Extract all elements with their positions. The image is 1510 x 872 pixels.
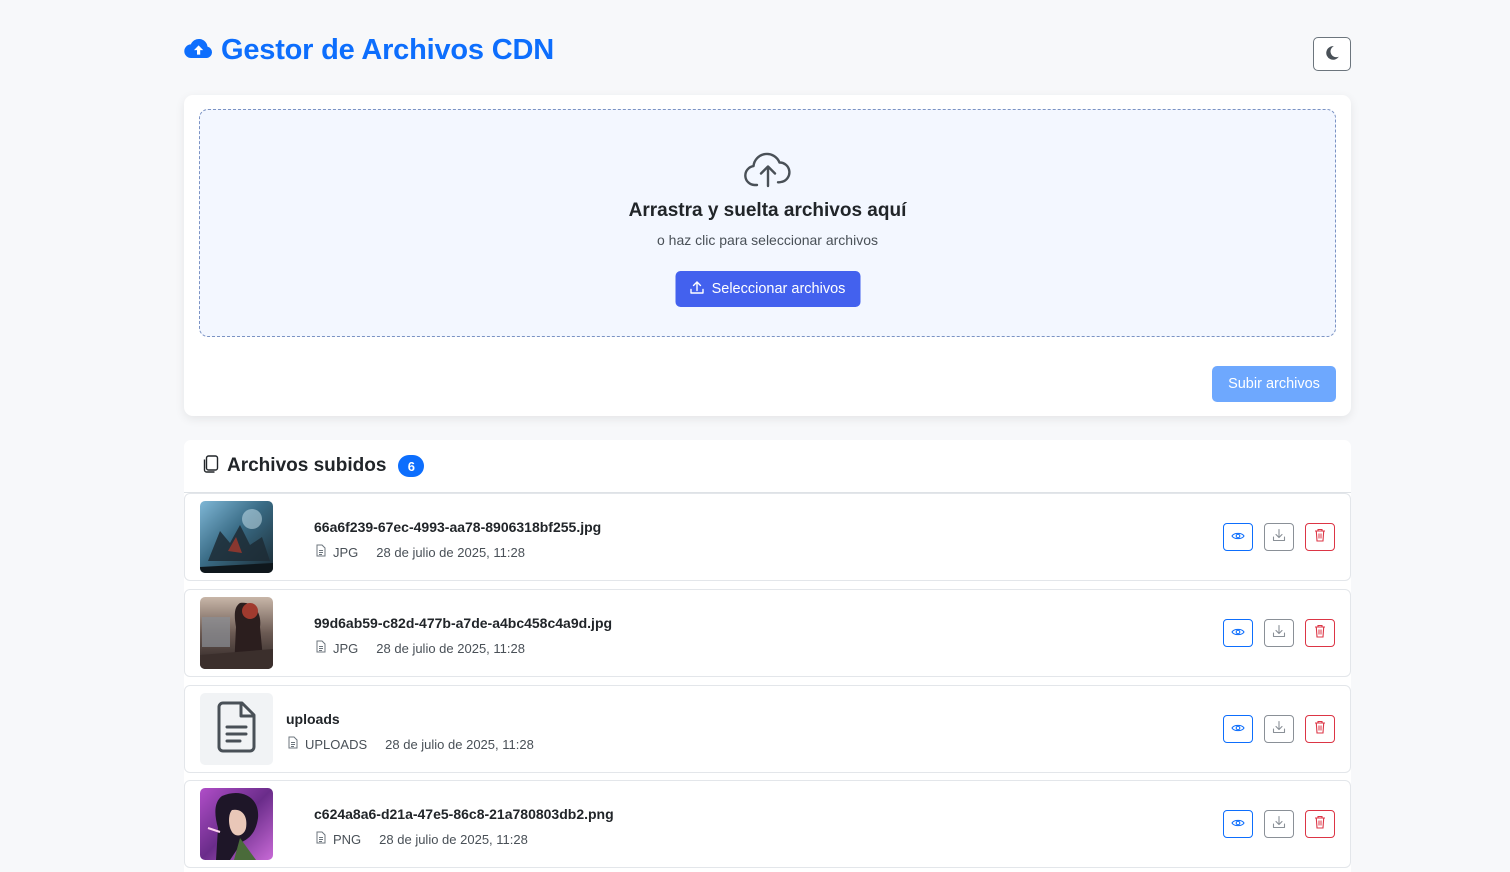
download-icon [1272,624,1286,643]
file-icon [287,736,299,752]
files-card: Archivos subidos 6 66a6f239-67ec-4993-aa… [184,440,1351,872]
view-button[interactable] [1223,619,1253,647]
file-thumbnail[interactable] [200,501,273,573]
files-icon [203,454,219,478]
delete-button[interactable] [1305,523,1335,551]
upload-icon [690,280,705,299]
upload-card: Arrastra y suelta archivos aquí o haz cl… [184,95,1351,416]
eye-icon [1231,624,1245,642]
files-count-badge: 6 [398,455,425,477]
view-button[interactable] [1223,523,1253,551]
file-meta: JPG 28 de julio de 2025, 11:28 [315,640,525,656]
file-row: c624a8a6-d21a-47e5-86c8-21a780803db2.png… [184,780,1351,868]
file-date: 28 de julio de 2025, 11:28 [376,544,525,560]
file-meta: JPG 28 de julio de 2025, 11:28 [315,544,525,560]
upload-files-button[interactable]: Subir archivos [1212,366,1336,402]
file-name: 99d6ab59-c82d-477b-a7de-a4bc458c4a9d.jpg [314,615,613,631]
trash-icon [1314,720,1326,739]
file-icon [315,640,327,656]
file-date: 28 de julio de 2025, 11:28 [376,640,525,656]
file-row: 66a6f239-67ec-4993-aa78-8906318bf255.jpg… [184,493,1351,581]
theme-toggle-button[interactable] [1313,37,1351,71]
delete-button[interactable] [1305,619,1335,647]
file-date: 28 de julio de 2025, 11:28 [385,736,534,752]
cloud-upload-icon [184,38,213,64]
file-name: 66a6f239-67ec-4993-aa78-8906318bf255.jpg [314,519,602,535]
file-actions [1223,619,1335,647]
file-type: JPG [333,640,359,656]
file-thumbnail[interactable] [200,597,273,669]
download-button[interactable] [1264,715,1294,743]
dropzone[interactable]: Arrastra y suelta archivos aquí o haz cl… [199,109,1336,337]
file-row: 99d6ab59-c82d-477b-a7de-a4bc458c4a9d.jpg… [184,589,1351,677]
file-date: 28 de julio de 2025, 11:28 [379,831,528,847]
file-text-icon [217,701,257,758]
dropzone-title: Arrastra y suelta archivos aquí [628,200,907,221]
download-icon [1272,815,1286,834]
files-title: Archivos subidos [227,455,387,476]
eye-icon [1231,815,1245,833]
trash-icon [1314,624,1326,643]
file-thumbnail[interactable] [200,693,273,765]
file-type: UPLOADS [305,736,368,752]
file-icon [315,831,327,847]
view-button[interactable] [1223,810,1253,838]
download-icon [1272,720,1286,739]
file-actions [1223,715,1335,743]
file-row: uploads UPLOADS 28 de julio de 2025, 11:… [184,685,1351,773]
file-name: uploads [286,711,340,727]
download-button[interactable] [1264,619,1294,647]
select-files-label: Seleccionar archivos [711,281,846,297]
dropzone-subtitle: o haz clic para seleccionar archivos [657,232,878,248]
trash-icon [1314,815,1326,834]
file-type: PNG [333,831,362,847]
file-actions [1223,523,1335,551]
view-button[interactable] [1223,715,1253,743]
app-container: Gestor de Archivos CDN Arrastra y suelta… [184,0,1351,872]
file-meta: UPLOADS 28 de julio de 2025, 11:28 [287,736,534,752]
cloud-upload-icon [742,150,794,190]
file-actions [1223,810,1335,838]
delete-button[interactable] [1305,715,1335,743]
brand: Gestor de Archivos CDN [184,34,554,67]
page-title: Gestor de Archivos CDN [221,34,554,66]
moon-icon [1324,45,1340,64]
trash-icon [1314,528,1326,547]
files-header: Archivos subidos 6 [184,440,1351,493]
file-meta: PNG 28 de julio de 2025, 11:28 [315,831,528,847]
download-icon [1272,528,1286,547]
download-button[interactable] [1264,810,1294,838]
delete-button[interactable] [1305,810,1335,838]
eye-icon [1231,720,1245,738]
file-type: JPG [333,544,359,560]
download-button[interactable] [1264,523,1294,551]
file-thumbnail[interactable] [200,788,273,860]
eye-icon [1231,528,1245,546]
file-icon [315,544,327,560]
select-files-button[interactable]: Seleccionar archivos [675,271,860,307]
page-header: Gestor de Archivos CDN [184,0,1351,96]
file-name: c624a8a6-d21a-47e5-86c8-21a780803db2.png [314,806,614,822]
